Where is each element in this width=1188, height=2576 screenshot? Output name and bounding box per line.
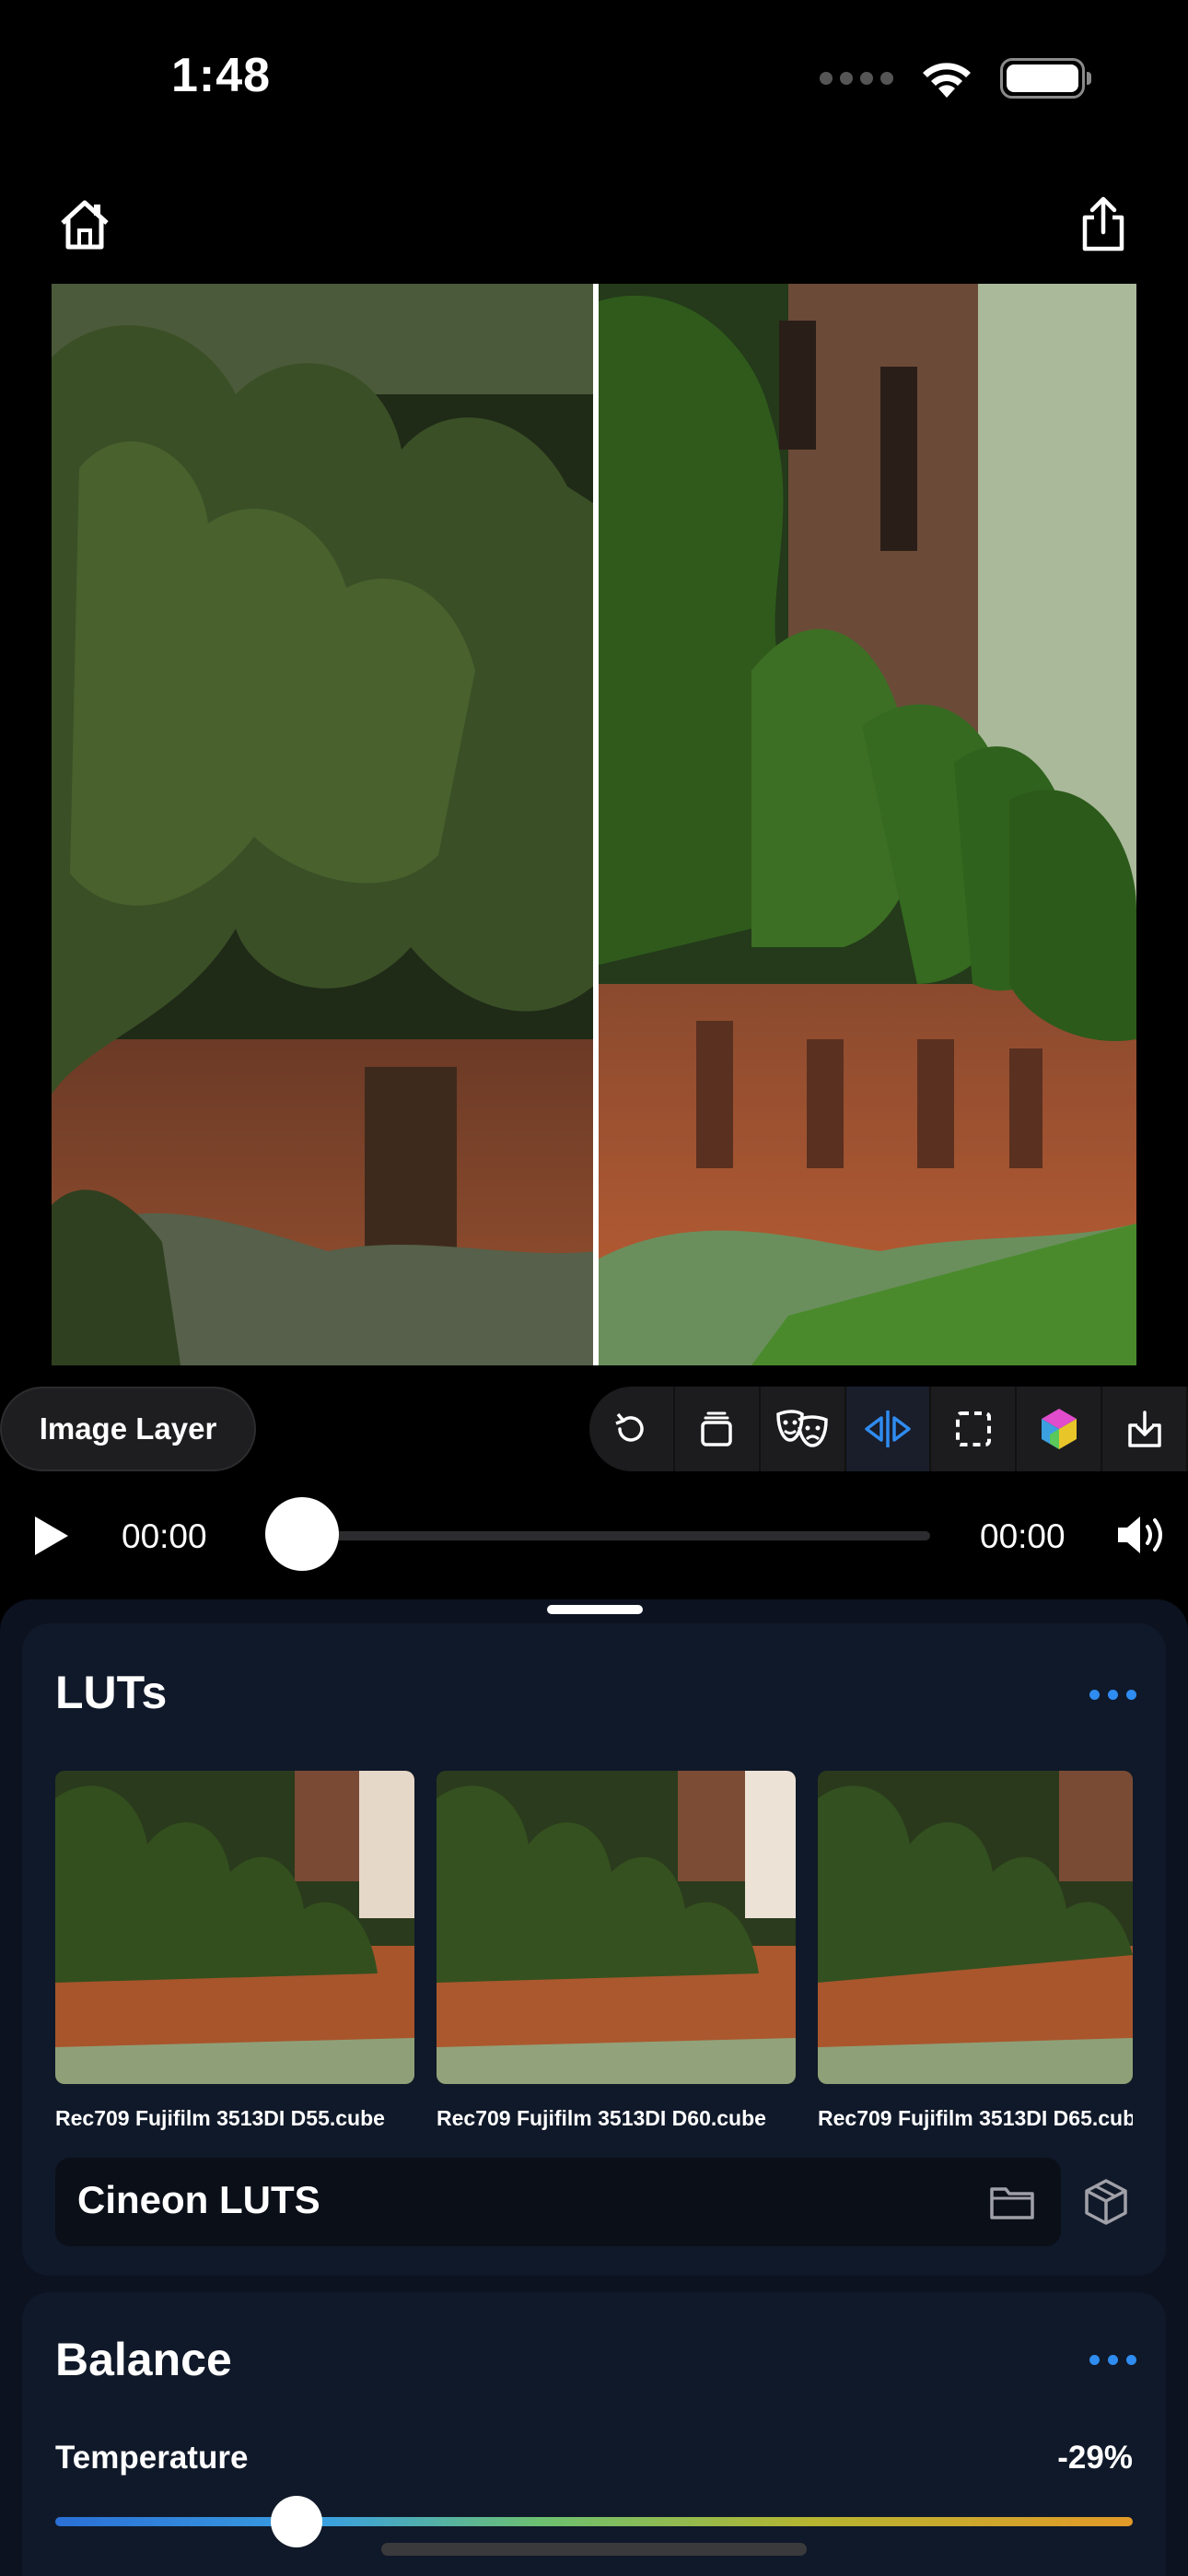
volume-icon[interactable]: [1114, 1511, 1173, 1559]
crop-button[interactable]: [931, 1387, 1018, 1471]
download-icon: [1127, 1411, 1161, 1447]
balance-title: Balance: [55, 2334, 232, 2385]
cube-icon[interactable]: [1083, 2178, 1129, 2226]
split-compare-icon: [865, 1411, 911, 1447]
duration-time: 00:00: [980, 1517, 1066, 1555]
home-icon[interactable]: [55, 195, 114, 254]
reset-icon: [615, 1412, 645, 1442]
lut-preview-image: [818, 1771, 1133, 2084]
lut-preview-image: [55, 1771, 414, 2084]
folder-icon[interactable]: [989, 2184, 1035, 2220]
temperature-slider[interactable]: [55, 2517, 1133, 2526]
color-cube-icon: [1041, 1409, 1077, 1449]
compare-split-handle[interactable]: [593, 284, 599, 1365]
cellular-signal-icon: [820, 72, 893, 85]
sheet-grabber[interactable]: [547, 1605, 643, 1614]
edit-tool-strip: [589, 1387, 1188, 1471]
luts-more-icon[interactable]: [1089, 1690, 1136, 1700]
theater-masks-icon: [776, 1410, 828, 1447]
temperature-label: Temperature: [55, 2440, 249, 2476]
current-time: 00:00: [122, 1517, 207, 1555]
layers-stack-icon: [701, 1411, 733, 1446]
lut-preview-image: [437, 1771, 796, 2084]
crop-icon: [955, 1411, 991, 1446]
share-icon[interactable]: [1074, 195, 1133, 254]
lut-label: Rec709 Fujifilm 3513DI D60.cube: [437, 2106, 766, 2130]
status-indicators: [820, 57, 1091, 100]
image-layer-button[interactable]: Image Layer: [0, 1387, 256, 1471]
lut-thumbnail-d55[interactable]: [55, 1771, 414, 2084]
lut-thumbnail-d65[interactable]: [818, 1771, 1133, 2084]
image-compare-viewer[interactable]: [52, 284, 1136, 1365]
temperature-slider-knob[interactable]: [270, 2496, 322, 2547]
luts-title: LUTs: [55, 1667, 168, 1718]
masks-button[interactable]: [761, 1387, 846, 1471]
balance-more-icon[interactable]: [1089, 2355, 1136, 2365]
reset-button[interactable]: [589, 1387, 675, 1471]
layers-button[interactable]: [675, 1387, 761, 1471]
lut-label: Rec709 Fujifilm 3513DI D55.cube: [55, 2106, 385, 2130]
temperature-value: -29%: [1057, 2440, 1133, 2476]
lut-thumbnail-d60[interactable]: [437, 1771, 796, 2084]
scrubber-knob[interactable]: [265, 1497, 339, 1571]
lut-label: Rec709 Fujifilm 3513DI D65.cube: [818, 2106, 1133, 2130]
download-button[interactable]: [1102, 1387, 1188, 1471]
playback-scrubber[interactable]: [300, 1531, 930, 1540]
home-indicator: [381, 2543, 807, 2556]
battery-icon: [1000, 58, 1091, 99]
lut-collection-row[interactable]: Cineon LUTS: [55, 2158, 1061, 2246]
status-time: 1:48: [171, 49, 272, 102]
balance-card: Balance: [22, 2292, 1166, 2576]
color-cube-button[interactable]: [1017, 1387, 1103, 1471]
wifi-icon: [923, 63, 971, 98]
compare-button[interactable]: [845, 1387, 932, 1471]
lut-collection-label: Cineon LUTS: [77, 2178, 320, 2221]
play-icon[interactable]: [31, 1513, 72, 1559]
